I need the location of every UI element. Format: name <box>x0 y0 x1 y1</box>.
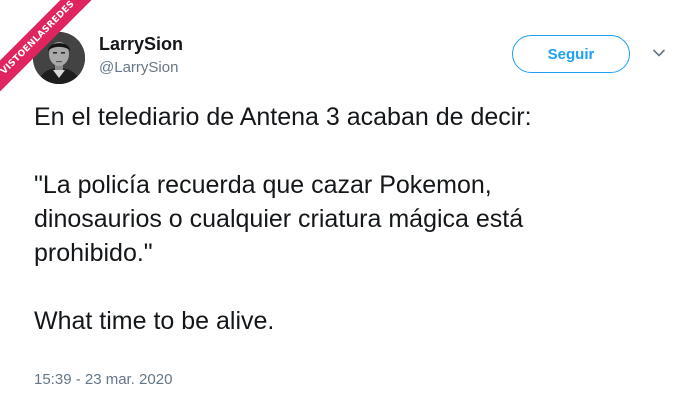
tweet-text-line: prohibido." <box>34 239 153 267</box>
tweet-text-line: dinosaurios o cualquier criatura mágica … <box>34 205 524 233</box>
tweet-text: En el telediario de Antena 3 acaban de d… <box>34 100 674 338</box>
tweet-card: VISTOENLASREDES LarrySion @LarrySion Seg… <box>0 0 700 406</box>
tweet-timestamp[interactable]: 15:39 - 23 mar. 2020 <box>34 371 172 388</box>
tweet-menu-button[interactable] <box>652 46 666 58</box>
follow-button[interactable]: Seguir <box>512 35 630 73</box>
user-handle[interactable]: @LarrySion <box>99 59 178 76</box>
user-display-name[interactable]: LarrySion <box>99 34 183 55</box>
chevron-down-icon <box>653 49 665 57</box>
tweet-text-line: What time to be alive. <box>34 307 275 335</box>
tweet-text-line: "La policía recuerda que cazar Pokemon, <box>34 171 492 199</box>
tweet-text-line: En el telediario de Antena 3 acaban de d… <box>34 103 532 131</box>
